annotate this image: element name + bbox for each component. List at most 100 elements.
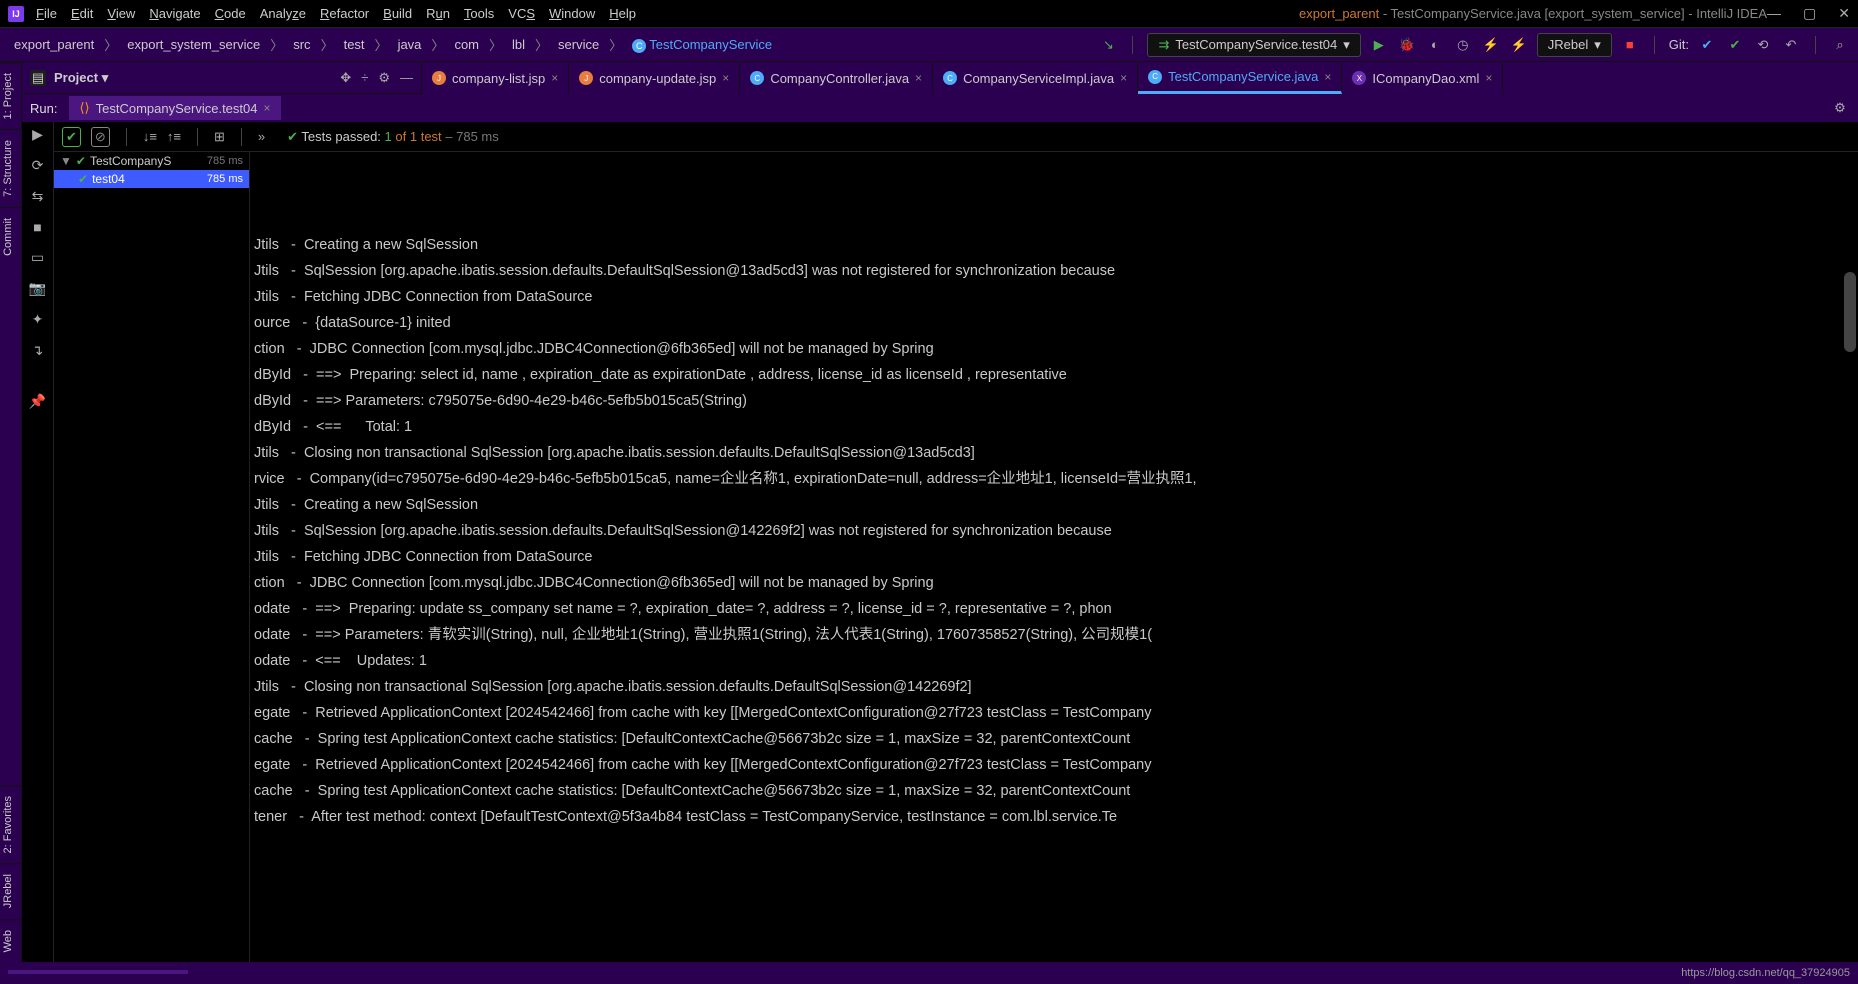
project-panel-header: ▤ Project ▾ ✥ ÷ ⚙ — (22, 62, 422, 94)
profile-icon[interactable]: ◷ (1453, 35, 1473, 55)
debug-icon[interactable]: 🐞 (1397, 35, 1417, 55)
jsp-file-icon: J (432, 71, 446, 85)
pin-settings-icon[interactable]: ✦ (32, 311, 44, 328)
crumb-4[interactable]: java (392, 35, 428, 54)
sort-up-icon[interactable]: ↑≡ (167, 129, 181, 144)
hide-icon[interactable]: — (400, 70, 413, 86)
show-ignored-toggle[interactable]: ⊘ (91, 127, 110, 147)
rerun-failed-icon[interactable]: ⟳ (32, 157, 44, 174)
close-tab-icon[interactable]: × (551, 71, 558, 85)
crumb-0[interactable]: export_parent (8, 35, 100, 54)
console-line: Jtils - Closing non transactional SqlSes… (254, 674, 1858, 700)
expand-icon[interactable]: ⊞ (214, 129, 225, 145)
crumb-6[interactable]: lbl (506, 35, 531, 54)
jrebel-debug-icon[interactable]: ⚡ (1509, 35, 1529, 55)
close-tab-icon[interactable]: × (1120, 71, 1127, 85)
show-passed-toggle[interactable]: ✔ (62, 127, 81, 147)
menu-navigate[interactable]: Navigate (149, 6, 200, 21)
git-update-icon[interactable]: ✔ (1697, 35, 1717, 55)
export-icon[interactable]: ↴ (32, 342, 44, 359)
run-config-label: TestCompanyService.test04 (1175, 37, 1337, 52)
crumb-1[interactable]: export_system_service (121, 35, 266, 54)
console-line: ource - {dataSource-1} inited (254, 310, 1858, 336)
editor-tab[interactable]: CTestCompanyService.java× (1138, 62, 1342, 94)
run-config-dropdown[interactable]: ⇉ TestCompanyService.test04 ▾ (1147, 33, 1360, 57)
close-icon[interactable]: ✕ (1838, 5, 1850, 22)
menu-help[interactable]: Help (609, 6, 636, 21)
crumb-3[interactable]: test (338, 35, 371, 54)
git-history-icon[interactable]: ⟲ (1753, 35, 1773, 55)
rail-structure[interactable]: 7: Structure (0, 129, 21, 207)
run-settings-gear-icon[interactable]: ⚙ (1830, 98, 1850, 118)
rail-jrebel[interactable]: JRebel (0, 863, 21, 918)
menu-refactor[interactable]: Refactor (320, 6, 369, 21)
editor-tabs: Jcompany-list.jsp×Jcompany-update.jsp×CC… (422, 62, 1858, 94)
toggle-auto-icon[interactable]: ⇆ (32, 188, 44, 205)
jrebel-run-icon[interactable]: ⚡ (1481, 35, 1501, 55)
git-revert-icon[interactable]: ↶ (1781, 35, 1801, 55)
menu-code[interactable]: Code (215, 6, 246, 21)
search-everywhere-icon[interactable]: ⌕ (1830, 35, 1850, 55)
close-tab-icon[interactable]: × (722, 71, 729, 85)
locate-icon[interactable]: ✥ (340, 70, 351, 86)
sort-down-icon[interactable]: ↓≡ (143, 129, 157, 144)
rail-favorites[interactable]: 2: Favorites (0, 785, 21, 863)
close-tab-icon[interactable]: × (1324, 70, 1331, 84)
java-file-icon: C (1148, 70, 1162, 84)
stop-icon[interactable]: ■ (1620, 35, 1640, 55)
crumb-5[interactable]: com (448, 35, 485, 54)
menu-view[interactable]: View (107, 6, 135, 21)
test-tree: ▼ ✔ TestCompanyS 785 ms ✔ test04 785 ms (54, 152, 250, 962)
menu-vcs[interactable]: VCS (508, 6, 535, 21)
editor-tab-label: CompanyServiceImpl.java (963, 71, 1114, 86)
scrollbar-vertical[interactable] (1844, 272, 1856, 352)
git-commit-icon[interactable]: ✔ (1725, 35, 1745, 55)
coverage-icon[interactable]: ◐ (1425, 35, 1445, 55)
run-icon[interactable]: ▶ (1369, 35, 1389, 55)
rail-commit[interactable]: Commit (0, 207, 21, 266)
menu-build[interactable]: Build (383, 6, 412, 21)
project-view-icon: ▤ (30, 70, 46, 86)
more-icon[interactable]: » (258, 129, 265, 144)
layout-icon[interactable]: 📷 (29, 280, 46, 297)
build-hammer-icon[interactable]: ↘ (1098, 35, 1118, 55)
menu-file[interactable]: File (36, 6, 57, 21)
menu-tools[interactable]: Tools (464, 6, 494, 21)
console-line: tener - After test method: context [Defa… (254, 804, 1858, 830)
rail-web[interactable]: Web (0, 919, 21, 962)
test-tree-item[interactable]: ✔ test04 785 ms (54, 170, 249, 188)
minimize-icon[interactable]: — (1767, 5, 1781, 22)
close-tab-icon[interactable]: × (1485, 71, 1492, 85)
console-line: Jtils - Closing non transactional SqlSes… (254, 440, 1858, 466)
dump-icon[interactable]: ▭ (31, 249, 44, 266)
console-output[interactable]: Jtils - Creating a new SqlSessionJtils -… (250, 152, 1858, 962)
crumb-7[interactable]: service (552, 35, 605, 54)
run-tab-label: TestCompanyService.test04 (96, 101, 258, 116)
maximize-icon[interactable]: ▢ (1803, 5, 1816, 22)
close-run-tab-icon[interactable]: × (263, 101, 270, 115)
settings-gear-icon[interactable]: ⚙ (378, 70, 390, 86)
editor-tab[interactable]: CCompanyController.java× (740, 62, 933, 94)
test-tree-root[interactable]: ▼ ✔ TestCompanyS 785 ms (54, 152, 249, 170)
editor-tab[interactable]: Jcompany-list.jsp× (422, 62, 569, 94)
crumb-8[interactable]: CTestCompanyService (626, 35, 778, 55)
menu-window[interactable]: Window (549, 6, 595, 21)
play-arrows-icon: ⇉ (1158, 37, 1169, 53)
editor-tab[interactable]: Jcompany-update.jsp× (569, 62, 740, 94)
menu-analyze[interactable]: Analyze (260, 6, 306, 21)
jrebel-dropdown[interactable]: JRebel ▾ (1537, 33, 1612, 57)
expand-all-icon[interactable]: ÷ (361, 70, 368, 86)
editor-tab[interactable]: CCompanyServiceImpl.java× (933, 62, 1138, 94)
menu-edit[interactable]: Edit (71, 6, 93, 21)
stop-icon[interactable]: ■ (33, 219, 41, 235)
close-tab-icon[interactable]: × (915, 71, 922, 85)
pin-icon[interactable]: 📌 (29, 393, 46, 410)
crumb-2[interactable]: src (287, 35, 316, 54)
rail-project[interactable]: 1: Project (0, 62, 21, 129)
rerun-icon[interactable]: ▶ (32, 126, 43, 143)
menu-run[interactable]: Run (426, 6, 450, 21)
editor-tab[interactable]: XICompanyDao.xml× (1342, 62, 1503, 94)
run-tab[interactable]: ⟨⟩ TestCompanyService.test04 × (69, 96, 280, 120)
console-line: dById - ==> Preparing: select id, name ,… (254, 362, 1858, 388)
project-dropdown[interactable]: Project ▾ (54, 70, 108, 86)
